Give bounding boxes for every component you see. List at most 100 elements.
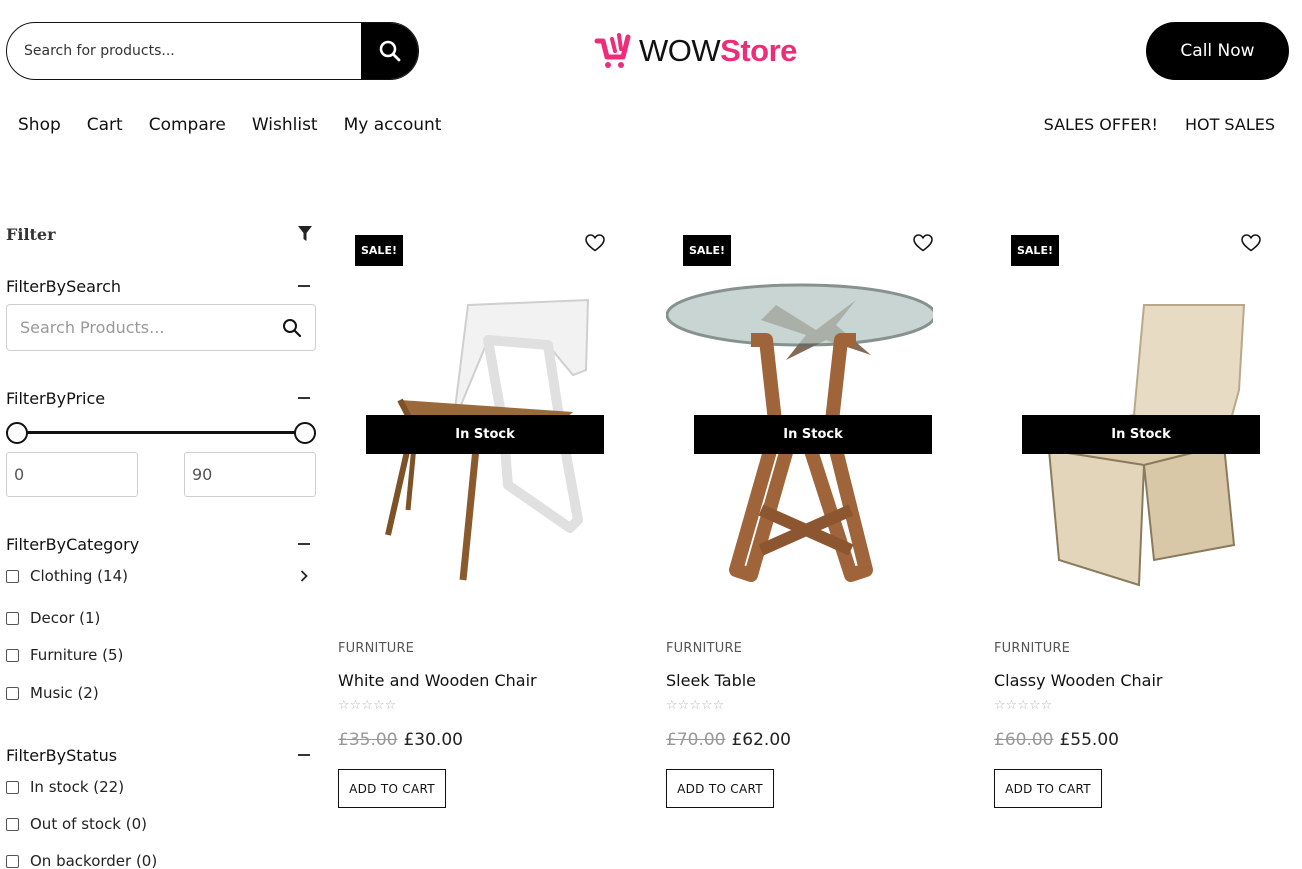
add-to-cart-button[interactable]: ADD TO CART xyxy=(994,769,1102,808)
price-slider-track xyxy=(16,431,306,434)
header-search-button[interactable] xyxy=(361,23,418,79)
product-category[interactable]: FURNITURE xyxy=(338,641,414,656)
heart-icon[interactable] xyxy=(913,234,933,252)
star-rating: ☆☆☆☆☆ xyxy=(666,698,725,713)
heart-icon[interactable] xyxy=(1241,234,1261,252)
product-card: SALE! In Stock FURNITURE White and Woode… xyxy=(338,230,605,808)
filter-search-title: FilterBySearch xyxy=(6,276,122,296)
category-label: Clothing (14) xyxy=(30,567,128,585)
status-item-out-of-stock[interactable]: Out of stock (0) xyxy=(6,812,316,836)
category-item-decor[interactable]: Decor (1) xyxy=(6,606,316,630)
filter-price-title: FilterByPrice xyxy=(6,388,106,408)
price-max-input[interactable] xyxy=(184,452,316,497)
category-item-music[interactable]: Music (2) xyxy=(6,681,316,705)
search-icon xyxy=(379,40,400,62)
product-image-area[interactable]: SALE! In Stock xyxy=(338,230,605,610)
product-price: £70.00 £62.00 xyxy=(666,730,791,750)
nav-link-hot-sales[interactable]: HOT SALES xyxy=(1185,115,1275,134)
sale-price: £55.00 xyxy=(1059,730,1119,750)
add-to-cart-button[interactable]: ADD TO CART xyxy=(666,769,774,808)
status-label: In stock (22) xyxy=(30,778,125,796)
sidebar-search xyxy=(6,304,316,351)
collapse-category-icon[interactable] xyxy=(298,543,310,545)
sale-badge: SALE! xyxy=(683,235,731,266)
nav-link-sales-offer[interactable]: SALES OFFER! xyxy=(1044,115,1158,134)
category-label: Music (2) xyxy=(30,684,99,702)
status-item-in-stock[interactable]: In stock (22) xyxy=(6,775,316,799)
product-name[interactable]: Sleek Table xyxy=(666,671,756,690)
sidebar-search-input[interactable] xyxy=(7,318,269,337)
product-name[interactable]: White and Wooden Chair xyxy=(338,671,537,690)
price-range-slider[interactable] xyxy=(6,420,316,444)
call-now-button[interactable]: Call Now xyxy=(1146,22,1289,80)
in-stock-label: In Stock xyxy=(694,415,932,454)
checkbox[interactable] xyxy=(6,648,19,662)
logo-text: WOWStore xyxy=(639,33,797,69)
logo-cart-icon xyxy=(594,33,631,68)
category-item-clothing[interactable]: Clothing (14) xyxy=(6,564,316,588)
logo-text-wow: WOW xyxy=(639,33,721,68)
filter-status-header: FilterByStatus xyxy=(6,743,316,767)
chevron-right-icon[interactable] xyxy=(300,570,308,582)
funnel-icon[interactable] xyxy=(298,226,312,242)
filter-price-header: FilterByPrice xyxy=(6,386,316,410)
checkbox[interactable] xyxy=(6,686,19,700)
product-price: £35.00 £30.00 xyxy=(338,730,463,750)
price-min-input[interactable] xyxy=(6,452,138,497)
old-price: £60.00 xyxy=(994,730,1054,750)
category-label: Decor (1) xyxy=(30,609,101,627)
in-stock-label: In Stock xyxy=(366,415,604,454)
status-label: On backorder (0) xyxy=(30,852,158,869)
nav-link-cart[interactable]: Cart xyxy=(87,115,123,135)
product-category[interactable]: FURNITURE xyxy=(666,641,742,656)
sale-badge: SALE! xyxy=(355,235,403,266)
in-stock-label: In Stock xyxy=(1022,415,1260,454)
product-name[interactable]: Classy Wooden Chair xyxy=(994,671,1162,690)
star-rating: ☆☆☆☆☆ xyxy=(994,698,1053,713)
search-icon[interactable] xyxy=(269,318,315,338)
nav-link-compare[interactable]: Compare xyxy=(149,115,226,135)
nav-link-shop[interactable]: Shop xyxy=(18,115,61,135)
filter-category-header: FilterByCategory xyxy=(6,532,316,556)
checkbox[interactable] xyxy=(6,569,19,583)
category-item-furniture[interactable]: Furniture (5) xyxy=(6,643,316,667)
product-price: £60.00 £55.00 xyxy=(994,730,1119,750)
category-label: Furniture (5) xyxy=(30,646,124,664)
collapse-status-icon[interactable] xyxy=(298,754,310,756)
product-image-area[interactable]: SALE! In Stock xyxy=(666,230,933,610)
filter-status-title: FilterByStatus xyxy=(6,745,118,765)
product-category[interactable]: FURNITURE xyxy=(994,641,1070,656)
nav-link-my-account[interactable]: My account xyxy=(344,115,442,135)
price-slider-min-handle[interactable] xyxy=(6,422,28,444)
filter-category-title: FilterByCategory xyxy=(6,534,140,554)
secondary-nav: SALES OFFER! HOT SALES xyxy=(1044,115,1275,134)
status-item-on-backorder[interactable]: On backorder (0) xyxy=(6,849,316,869)
product-card: SALE! In Stock FURNITURE Sleek Table ☆☆☆… xyxy=(666,230,933,808)
filter-header: Filter xyxy=(6,215,316,253)
checkbox[interactable] xyxy=(6,854,19,868)
old-price: £35.00 xyxy=(338,730,398,750)
old-price: £70.00 xyxy=(666,730,726,750)
checkbox[interactable] xyxy=(6,780,19,794)
header-search-input[interactable] xyxy=(7,23,361,79)
header-search xyxy=(6,22,419,80)
price-inputs xyxy=(6,452,316,497)
store-logo[interactable]: WOWStore xyxy=(594,30,797,72)
product-image-area[interactable]: SALE! In Stock xyxy=(994,230,1261,610)
price-slider-max-handle[interactable] xyxy=(294,422,316,444)
collapse-search-icon[interactable] xyxy=(298,285,310,287)
heart-icon[interactable] xyxy=(585,234,605,252)
sale-price: £30.00 xyxy=(403,730,463,750)
sale-price: £62.00 xyxy=(731,730,791,750)
logo-text-store: Store xyxy=(720,33,797,68)
star-rating: ☆☆☆☆☆ xyxy=(338,698,397,713)
main-nav: Shop Cart Compare Wishlist My account xyxy=(18,115,467,135)
product-card: SALE! In Stock FURNITURE Classy Wooden C… xyxy=(994,230,1261,808)
status-label: Out of stock (0) xyxy=(30,815,148,833)
collapse-price-icon[interactable] xyxy=(298,397,310,399)
checkbox[interactable] xyxy=(6,817,19,831)
checkbox[interactable] xyxy=(6,611,19,625)
sale-badge: SALE! xyxy=(1011,235,1059,266)
add-to-cart-button[interactable]: ADD TO CART xyxy=(338,769,446,808)
nav-link-wishlist[interactable]: Wishlist xyxy=(252,115,318,135)
